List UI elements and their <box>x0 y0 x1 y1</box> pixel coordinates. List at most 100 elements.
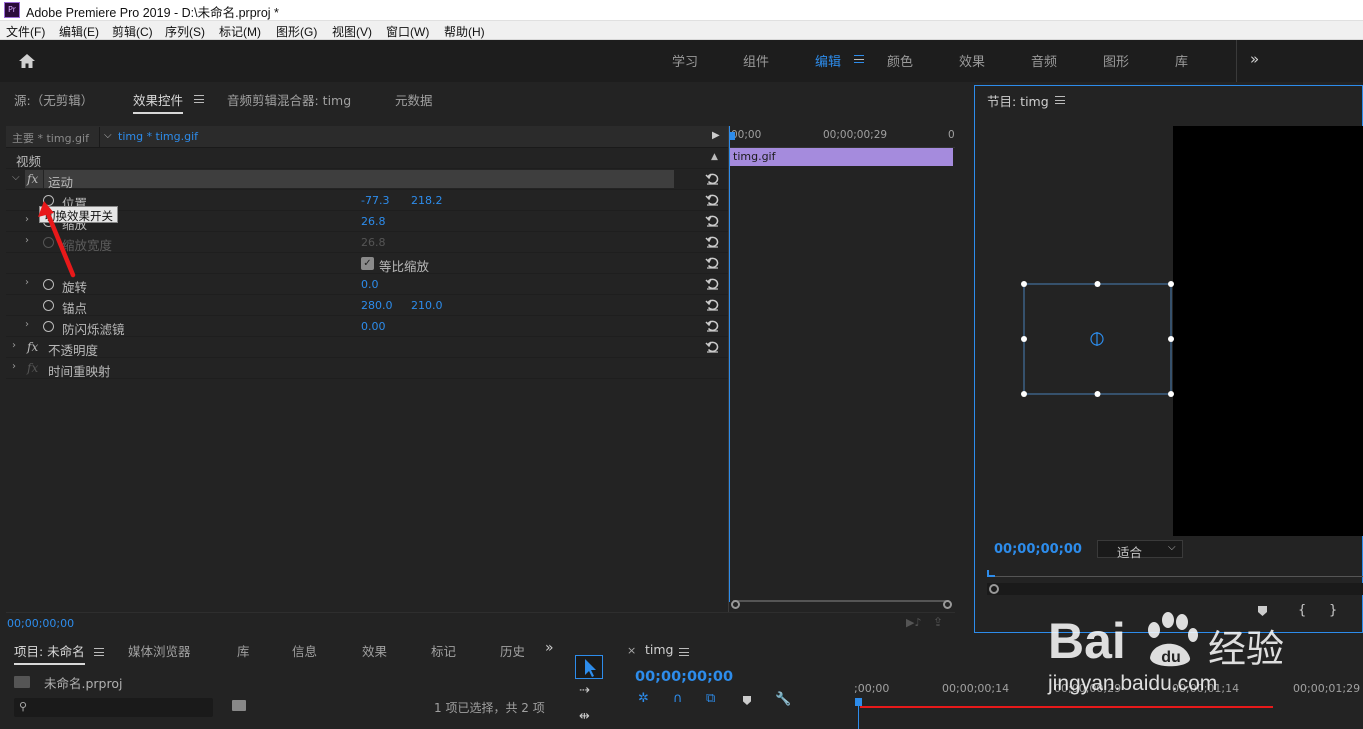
home-icon[interactable] <box>18 53 36 69</box>
wrench-icon[interactable]: 🔧 <box>775 692 791 707</box>
effect-motion-row[interactable]: ⌵ fx 运动 <box>6 169 728 190</box>
reset-icon[interactable] <box>705 277 719 290</box>
workspace-libraries[interactable]: 库 <box>1175 51 1188 70</box>
mark-out-icon[interactable]: } <box>1329 603 1337 618</box>
add-marker-icon[interactable] <box>1258 606 1267 616</box>
rotation-value[interactable]: 0.0 <box>361 278 379 291</box>
position-y-value[interactable]: 218.2 <box>411 194 443 207</box>
project-file-name[interactable]: 未命名.prproj <box>44 673 122 692</box>
reset-icon[interactable] <box>705 319 719 332</box>
tabs-overflow-button[interactable]: » <box>545 640 554 656</box>
tab-info[interactable]: 信息 <box>292 641 317 660</box>
transform-bounding-box[interactable] <box>1018 278 1178 400</box>
menu-help[interactable]: 帮助(H) <box>444 23 485 40</box>
reset-icon[interactable] <box>705 172 719 185</box>
track-select-tool-icon[interactable]: ⇢ <box>579 683 590 698</box>
expand-chevron-icon[interactable]: › <box>25 319 29 330</box>
program-video-frame[interactable] <box>1173 126 1363 536</box>
panel-menu-icon[interactable] <box>94 648 104 656</box>
new-bin-icon[interactable] <box>232 700 246 711</box>
menu-file[interactable]: 文件(F) <box>6 23 45 40</box>
expand-chevron-icon[interactable]: › <box>12 340 16 351</box>
reset-icon[interactable] <box>705 298 719 311</box>
workspace-audio[interactable]: 音频 <box>1031 51 1057 70</box>
panel-menu-icon[interactable] <box>194 95 204 103</box>
expand-chevron-icon[interactable]: ⌵ <box>12 172 20 183</box>
stopwatch-icon[interactable] <box>43 321 54 332</box>
program-timecode[interactable]: 00;00;00;00 <box>994 542 1082 557</box>
chevron-down-icon[interactable]: ⌵ <box>104 130 112 141</box>
tab-libraries[interactable]: 库 <box>237 641 250 660</box>
playhead-marker[interactable] <box>855 698 862 706</box>
panel-menu-icon[interactable] <box>679 648 689 656</box>
workspace-learn[interactable]: 学习 <box>672 51 698 70</box>
fx-toggle-icon[interactable]: fx <box>27 172 38 186</box>
expand-chevron-icon[interactable]: › <box>25 235 29 246</box>
tab-markers[interactable]: 标记 <box>431 641 456 660</box>
playhead-marker[interactable] <box>987 570 995 577</box>
reset-icon[interactable] <box>705 193 719 206</box>
fit-dropdown[interactable]: 适合 ⌵ <box>1097 540 1183 560</box>
menu-graphics[interactable]: 图形(G) <box>276 23 317 40</box>
scroll-handle-left[interactable] <box>989 584 999 594</box>
panel-menu-icon[interactable] <box>1055 96 1065 104</box>
uniform-scale-checkbox[interactable]: ✓ <box>361 257 374 270</box>
anchor-x-value[interactable]: 280.0 <box>361 299 393 312</box>
clip-bar[interactable]: timg.gif <box>729 148 953 166</box>
menu-sequence[interactable]: 序列(S) <box>165 23 205 40</box>
active-clip-label[interactable]: timg * timg.gif <box>118 130 198 143</box>
project-search-input[interactable]: ⚲ <box>14 698 213 717</box>
reset-icon[interactable] <box>705 256 719 269</box>
workspace-assembly[interactable]: 组件 <box>743 51 769 70</box>
workspace-overflow-button[interactable]: » <box>1250 50 1259 68</box>
fx-toggle-icon[interactable]: fx <box>27 340 38 354</box>
sequence-timecode[interactable]: 00;00;00;00 <box>635 669 733 685</box>
menu-view[interactable]: 视图(V) <box>332 23 372 40</box>
menu-clip[interactable]: 剪辑(C) <box>112 23 153 40</box>
selection-tool-button[interactable] <box>575 655 603 679</box>
menu-edit[interactable]: 编辑(E) <box>59 23 99 40</box>
sequence-tab[interactable]: timg <box>645 642 674 657</box>
effect-timecode[interactable]: 00;00;00;00 <box>7 617 74 630</box>
effect-opacity-row[interactable]: › fx 不透明度 <box>6 337 728 358</box>
tab-source[interactable]: 源:（无剪辑） <box>14 90 93 109</box>
workspace-menu-icon[interactable] <box>854 55 864 63</box>
program-ruler[interactable] <box>987 576 1363 579</box>
menu-window[interactable]: 窗口(W) <box>386 23 429 40</box>
tab-metadata[interactable]: 元数据 <box>395 90 433 109</box>
reset-icon[interactable] <box>705 214 719 227</box>
linked-selection-icon[interactable]: ⧉ <box>706 691 715 706</box>
stopwatch-icon[interactable] <box>43 300 54 311</box>
antiflicker-value[interactable]: 0.00 <box>361 320 386 333</box>
effect-time-remap-row[interactable]: › fx 时间重映射 <box>6 358 728 379</box>
expand-chevron-icon[interactable]: › <box>12 361 16 372</box>
add-marker-icon[interactable] <box>743 696 751 705</box>
tab-effects[interactable]: 效果 <box>362 641 387 660</box>
program-scrollbar[interactable] <box>987 583 1363 595</box>
reset-icon[interactable] <box>705 235 719 248</box>
export-icon[interactable]: ⇪ <box>933 615 943 629</box>
master-clip-label[interactable]: 主要 * timg.gif <box>12 130 89 146</box>
position-x-value[interactable]: -77.3 <box>361 194 389 207</box>
sequence-ruler[interactable]: ;00;00 00;00;00;14 00;00;00;29 00;00;01;… <box>854 682 1363 729</box>
workspace-color[interactable]: 颜色 <box>887 51 913 70</box>
ripple-edit-tool-icon[interactable]: ⇹ <box>579 709 590 724</box>
expand-chevron-icon[interactable]: › <box>25 214 29 225</box>
zoom-scrollbar[interactable] <box>733 600 949 606</box>
close-icon[interactable]: × <box>627 644 636 657</box>
nest-toggle-icon[interactable]: ✲ <box>638 691 649 706</box>
reset-icon[interactable] <box>705 340 719 353</box>
workspace-graphics[interactable]: 图形 <box>1103 51 1129 70</box>
workspace-editing[interactable]: 编辑 <box>815 51 841 70</box>
tab-audio-clip-mixer[interactable]: 音频剪辑混合器: timg <box>227 90 351 109</box>
tab-media-browser[interactable]: 媒体浏览器 <box>128 641 191 660</box>
play-triangle-icon[interactable]: ▶ <box>712 130 720 141</box>
tab-project[interactable]: 项目: 未命名 <box>14 641 85 665</box>
menu-marker[interactable]: 标记(M) <box>219 23 261 40</box>
expand-chevron-icon[interactable]: › <box>25 277 29 288</box>
scroll-handle-right[interactable] <box>943 600 952 609</box>
audio-only-icon[interactable]: ▶♪ <box>906 616 921 629</box>
anchor-y-value[interactable]: 210.0 <box>411 299 443 312</box>
snap-magnet-icon[interactable]: ∩ <box>673 691 683 706</box>
program-monitor-title[interactable]: 节目: timg <box>987 91 1049 110</box>
